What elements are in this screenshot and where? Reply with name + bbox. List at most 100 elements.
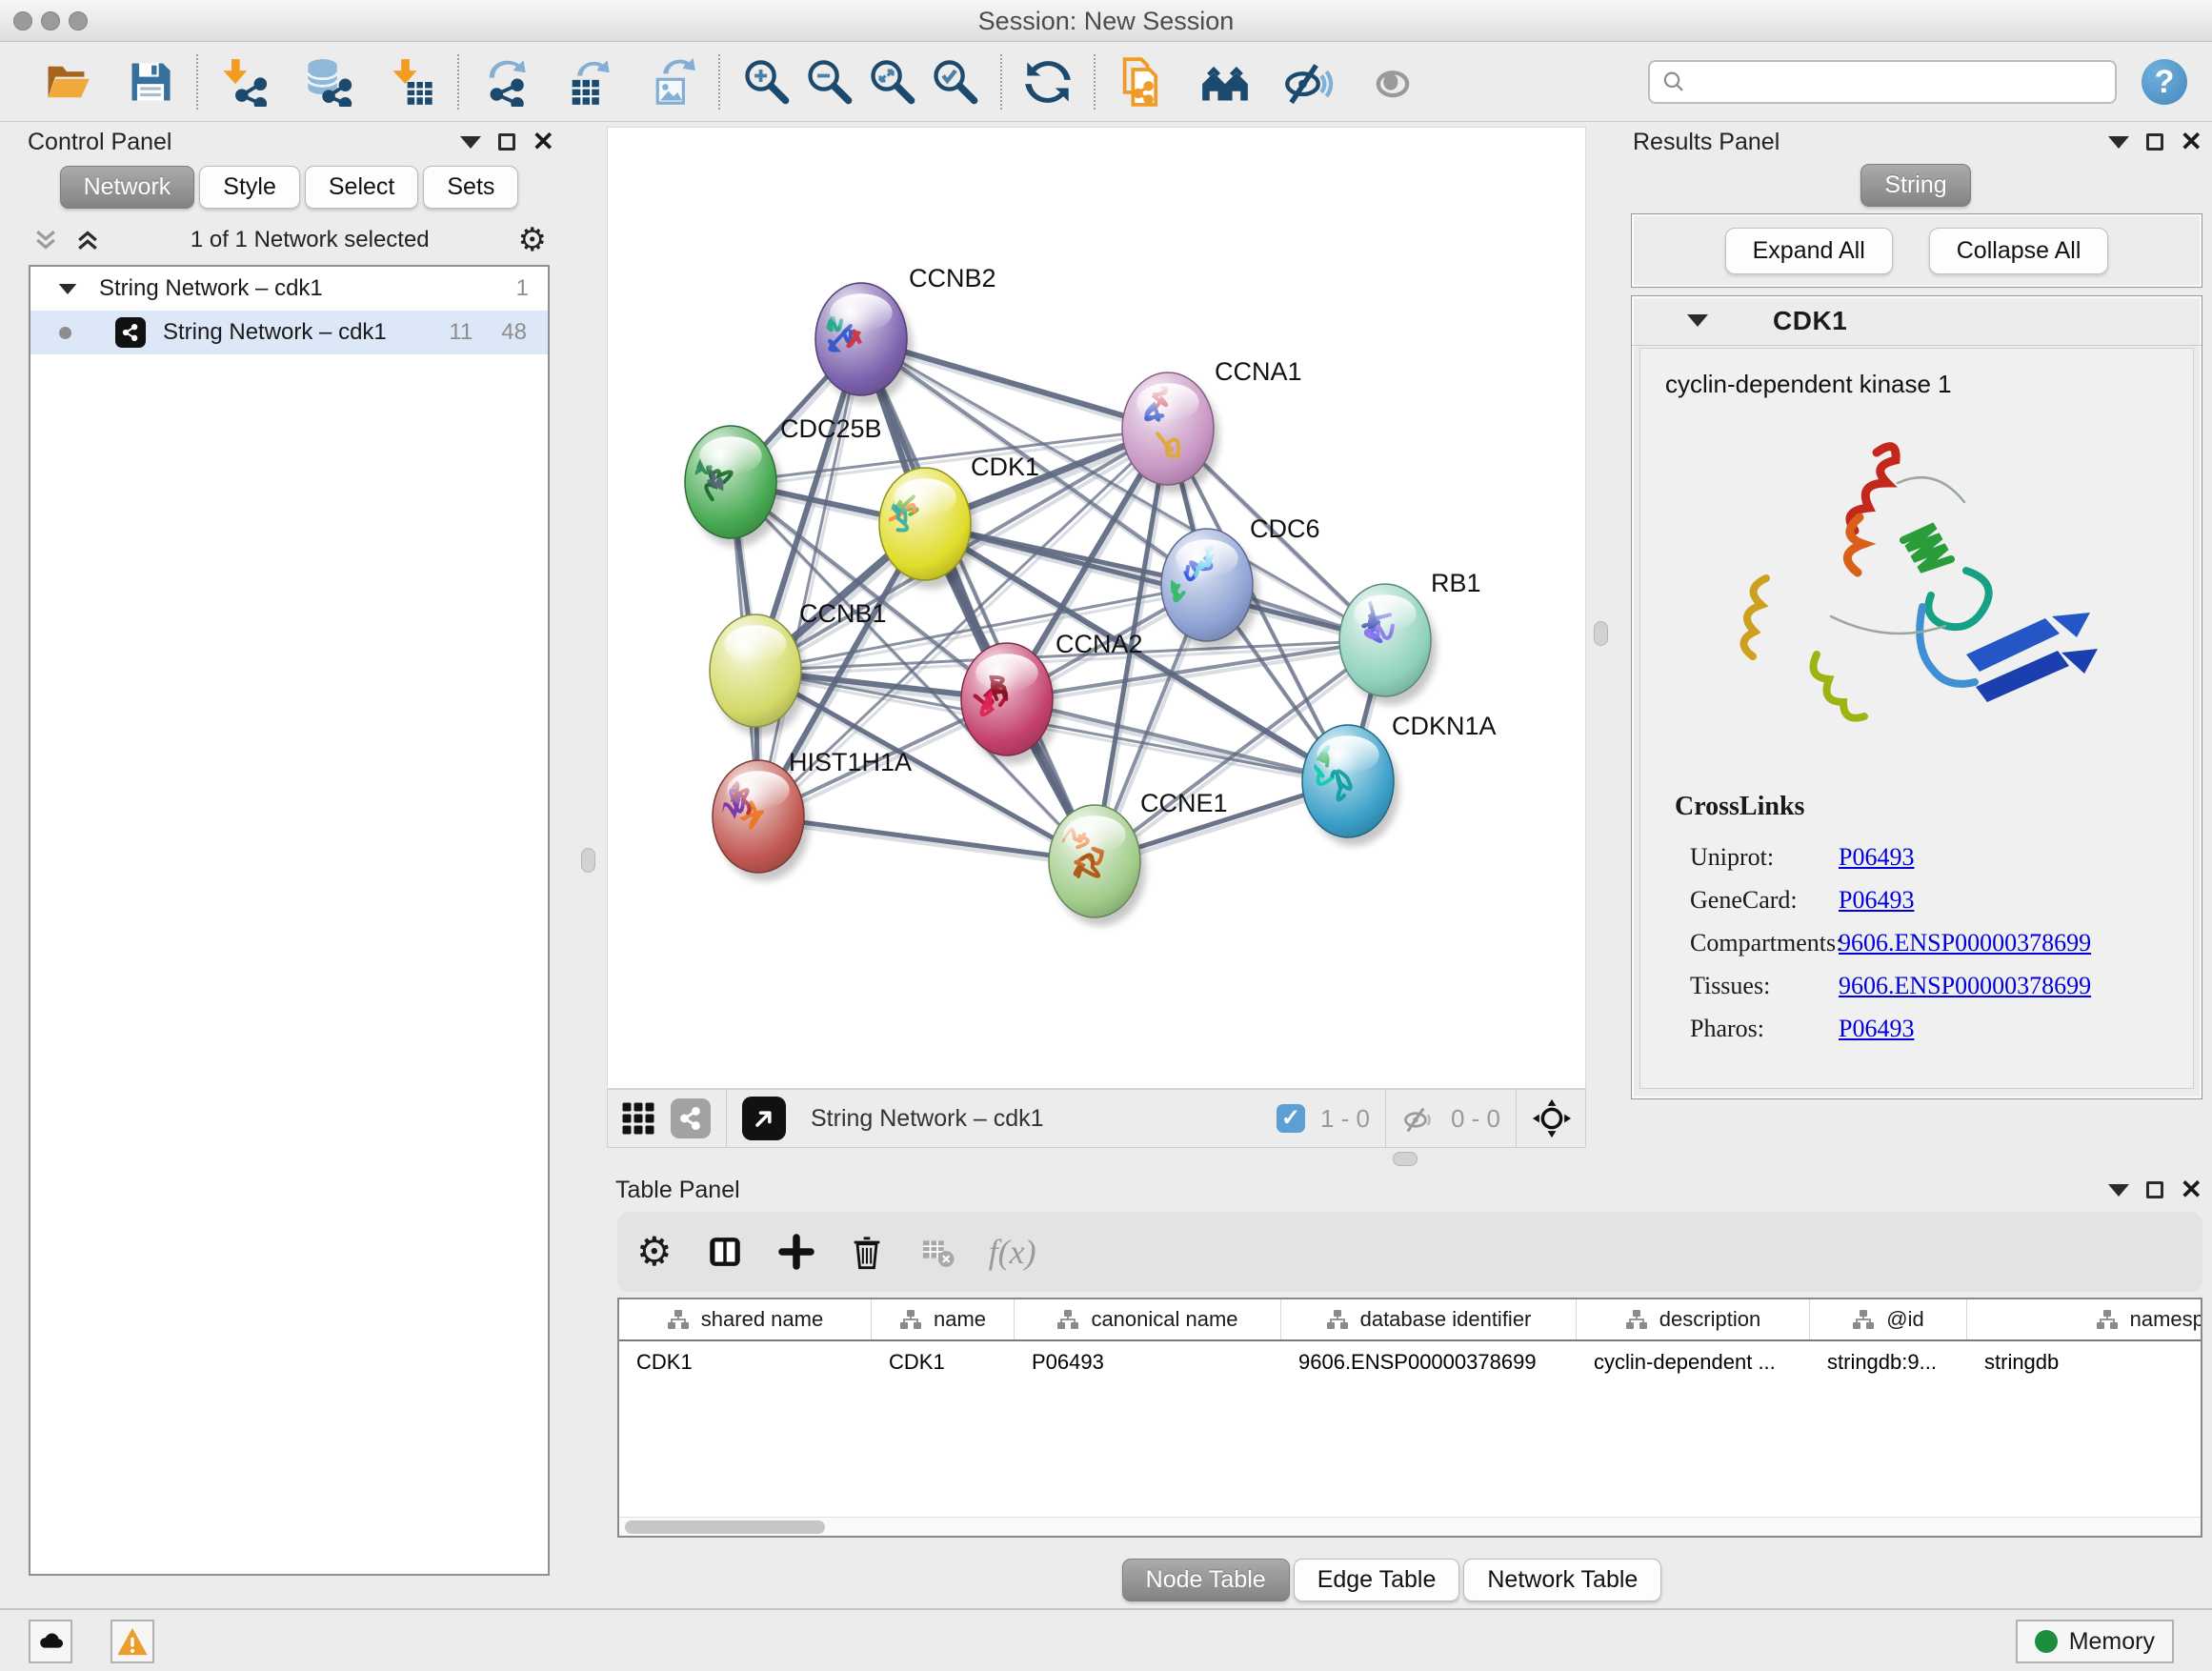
horizontal-splitter[interactable] xyxy=(564,1148,2212,1170)
birds-eye-view-icon[interactable] xyxy=(1532,1098,1572,1138)
delete-column-icon[interactable] xyxy=(848,1233,886,1271)
table-cell[interactable]: CDK1 xyxy=(872,1341,1015,1383)
cloud-status-button[interactable] xyxy=(29,1620,72,1663)
show-all-icon[interactable] xyxy=(1368,57,1418,107)
panel-float-icon[interactable] xyxy=(498,133,515,151)
warnings-button[interactable] xyxy=(111,1620,154,1663)
tab-select[interactable]: Select xyxy=(305,166,418,209)
network-node-rb1[interactable] xyxy=(1339,584,1437,705)
zoom-in-icon[interactable] xyxy=(741,57,791,107)
export-network-icon[interactable] xyxy=(480,57,530,107)
search-input[interactable] xyxy=(1686,69,2103,95)
tab-string[interactable]: String xyxy=(1860,164,1970,207)
tab-sets[interactable]: Sets xyxy=(423,166,518,209)
column-header-shared-name[interactable]: shared name xyxy=(619,1299,872,1339)
bottom-splitter-handle[interactable] xyxy=(1393,1152,1418,1166)
table-cell[interactable]: cyclin-dependent ... xyxy=(1577,1341,1810,1383)
table-settings-gear-icon[interactable]: ⚙ xyxy=(636,1232,673,1272)
network-share-view-icon[interactable] xyxy=(671,1098,711,1138)
panel-close-icon[interactable]: ✕ xyxy=(2181,1177,2202,1203)
open-session-icon[interactable] xyxy=(42,57,91,107)
network-node-cdkn1a[interactable] xyxy=(1302,725,1399,846)
network-node-cdc6[interactable] xyxy=(1155,529,1258,650)
network-row[interactable]: String Network – cdk1 11 48 xyxy=(30,311,548,354)
tab-node-table[interactable]: Node Table xyxy=(1122,1559,1290,1601)
column-header-database-identifier[interactable]: database identifier xyxy=(1281,1299,1577,1339)
export-image-icon[interactable] xyxy=(648,57,697,107)
column-header-namespace[interactable]: namespace xyxy=(1967,1299,2202,1339)
table-row[interactable]: CDK1CDK1P064939606.ENSP00000378699cyclin… xyxy=(619,1341,2201,1383)
crosslink-link[interactable]: P06493 xyxy=(1839,836,1914,878)
duplicate-network-icon[interactable] xyxy=(1116,57,1166,107)
network-node-ccne1[interactable] xyxy=(1049,805,1146,926)
table-cell[interactable]: CDK1 xyxy=(619,1341,872,1383)
network-node-hist1h1a[interactable] xyxy=(713,760,810,881)
network-node-ccna1[interactable] xyxy=(1122,372,1219,493)
column-header-name[interactable]: name xyxy=(872,1299,1015,1339)
export-table-icon[interactable] xyxy=(564,57,613,107)
tab-network-table[interactable]: Network Table xyxy=(1463,1559,1661,1601)
control-panel: Control Panel ✕ NetworkStyleSelectSets 1… xyxy=(14,122,564,1597)
column-header-canonical-name[interactable]: canonical name xyxy=(1015,1299,1281,1339)
tab-network[interactable]: Network xyxy=(60,166,195,209)
column-header--id[interactable]: @id xyxy=(1810,1299,1967,1339)
panel-collapse-icon[interactable] xyxy=(2108,136,2129,149)
hide-selected-icon[interactable] xyxy=(1284,57,1334,107)
network-canvas[interactable]: CCNB2CCNA1CDC25BCDK1CDC6RB1CCNB1CCNA2CDK… xyxy=(607,127,1586,1089)
search-box[interactable] xyxy=(1648,60,2117,104)
zoom-selected-icon[interactable] xyxy=(930,57,979,107)
import-database-icon[interactable] xyxy=(303,57,352,107)
expand-all-button[interactable]: Expand All xyxy=(1725,228,1893,274)
refresh-icon[interactable] xyxy=(1023,57,1073,107)
collapse-all-icon[interactable] xyxy=(31,226,60,254)
table-horizontal-scrollbar[interactable] xyxy=(619,1517,2201,1536)
panel-collapse-icon[interactable] xyxy=(460,136,481,149)
expand-all-icon[interactable] xyxy=(73,226,102,254)
memory-button[interactable]: Memory xyxy=(2016,1620,2174,1663)
table-cell[interactable]: P06493 xyxy=(1015,1341,1281,1383)
create-column-icon[interactable] xyxy=(777,1233,815,1271)
crosslink-link[interactable]: 9606.ENSP00000378699 xyxy=(1839,921,2091,964)
scrollbar-thumb[interactable] xyxy=(625,1520,825,1534)
zoom-out-icon[interactable] xyxy=(804,57,854,107)
network-edge[interactable] xyxy=(861,339,1095,861)
table-cell[interactable]: 9606.ENSP00000378699 xyxy=(1281,1341,1577,1383)
table-cell[interactable]: stringdb:9... xyxy=(1810,1341,1967,1383)
crosslink-link[interactable]: P06493 xyxy=(1839,1007,1914,1050)
network-node-ccnb2[interactable] xyxy=(815,283,913,404)
left-splitter-handle[interactable] xyxy=(581,848,595,873)
network-node-ccnb1[interactable] xyxy=(710,614,807,735)
section-expander-icon[interactable] xyxy=(1687,314,1708,327)
crosslink-link[interactable]: P06493 xyxy=(1839,878,1914,921)
tab-edge-table[interactable]: Edge Table xyxy=(1294,1559,1460,1601)
network-edge[interactable] xyxy=(758,339,861,816)
import-table-icon[interactable] xyxy=(387,57,436,107)
zoom-fit-icon[interactable] xyxy=(867,57,916,107)
network-node-cdk1[interactable] xyxy=(879,468,976,589)
crosslink-link[interactable]: 9606.ENSP00000378699 xyxy=(1839,964,2091,1007)
column-header-description[interactable]: description xyxy=(1577,1299,1810,1339)
tree-expander-icon[interactable] xyxy=(59,283,77,293)
panel-float-icon[interactable] xyxy=(2146,133,2163,151)
panel-close-icon[interactable]: ✕ xyxy=(2181,129,2202,155)
right-splitter-handle[interactable] xyxy=(1594,621,1608,646)
selected-checkbox-icon[interactable]: ✓ xyxy=(1277,1104,1305,1133)
network-collection-row[interactable]: String Network – cdk1 1 xyxy=(30,267,548,311)
collapse-all-button[interactable]: Collapse All xyxy=(1929,228,2109,274)
import-network-icon[interactable] xyxy=(219,57,269,107)
save-session-icon[interactable] xyxy=(126,57,175,107)
help-button[interactable]: ? xyxy=(2142,59,2187,105)
gear-icon[interactable]: ⚙ xyxy=(518,224,547,256)
panel-close-icon[interactable]: ✕ xyxy=(533,129,554,155)
tab-style[interactable]: Style xyxy=(199,166,300,209)
network-type-icon xyxy=(115,317,146,348)
gene-section-header[interactable]: CDK1 xyxy=(1632,296,2202,346)
show-columns-icon[interactable] xyxy=(705,1232,745,1272)
panel-collapse-icon[interactable] xyxy=(2108,1184,2129,1197)
table-cell[interactable]: stringdb xyxy=(1967,1341,2202,1383)
home-icon[interactable] xyxy=(1200,57,1250,107)
grid-view-icon[interactable] xyxy=(621,1101,655,1136)
detach-view-icon[interactable] xyxy=(742,1097,786,1140)
panel-float-icon[interactable] xyxy=(2146,1181,2163,1198)
crosslinks-heading: CrossLinks xyxy=(1675,792,2193,822)
